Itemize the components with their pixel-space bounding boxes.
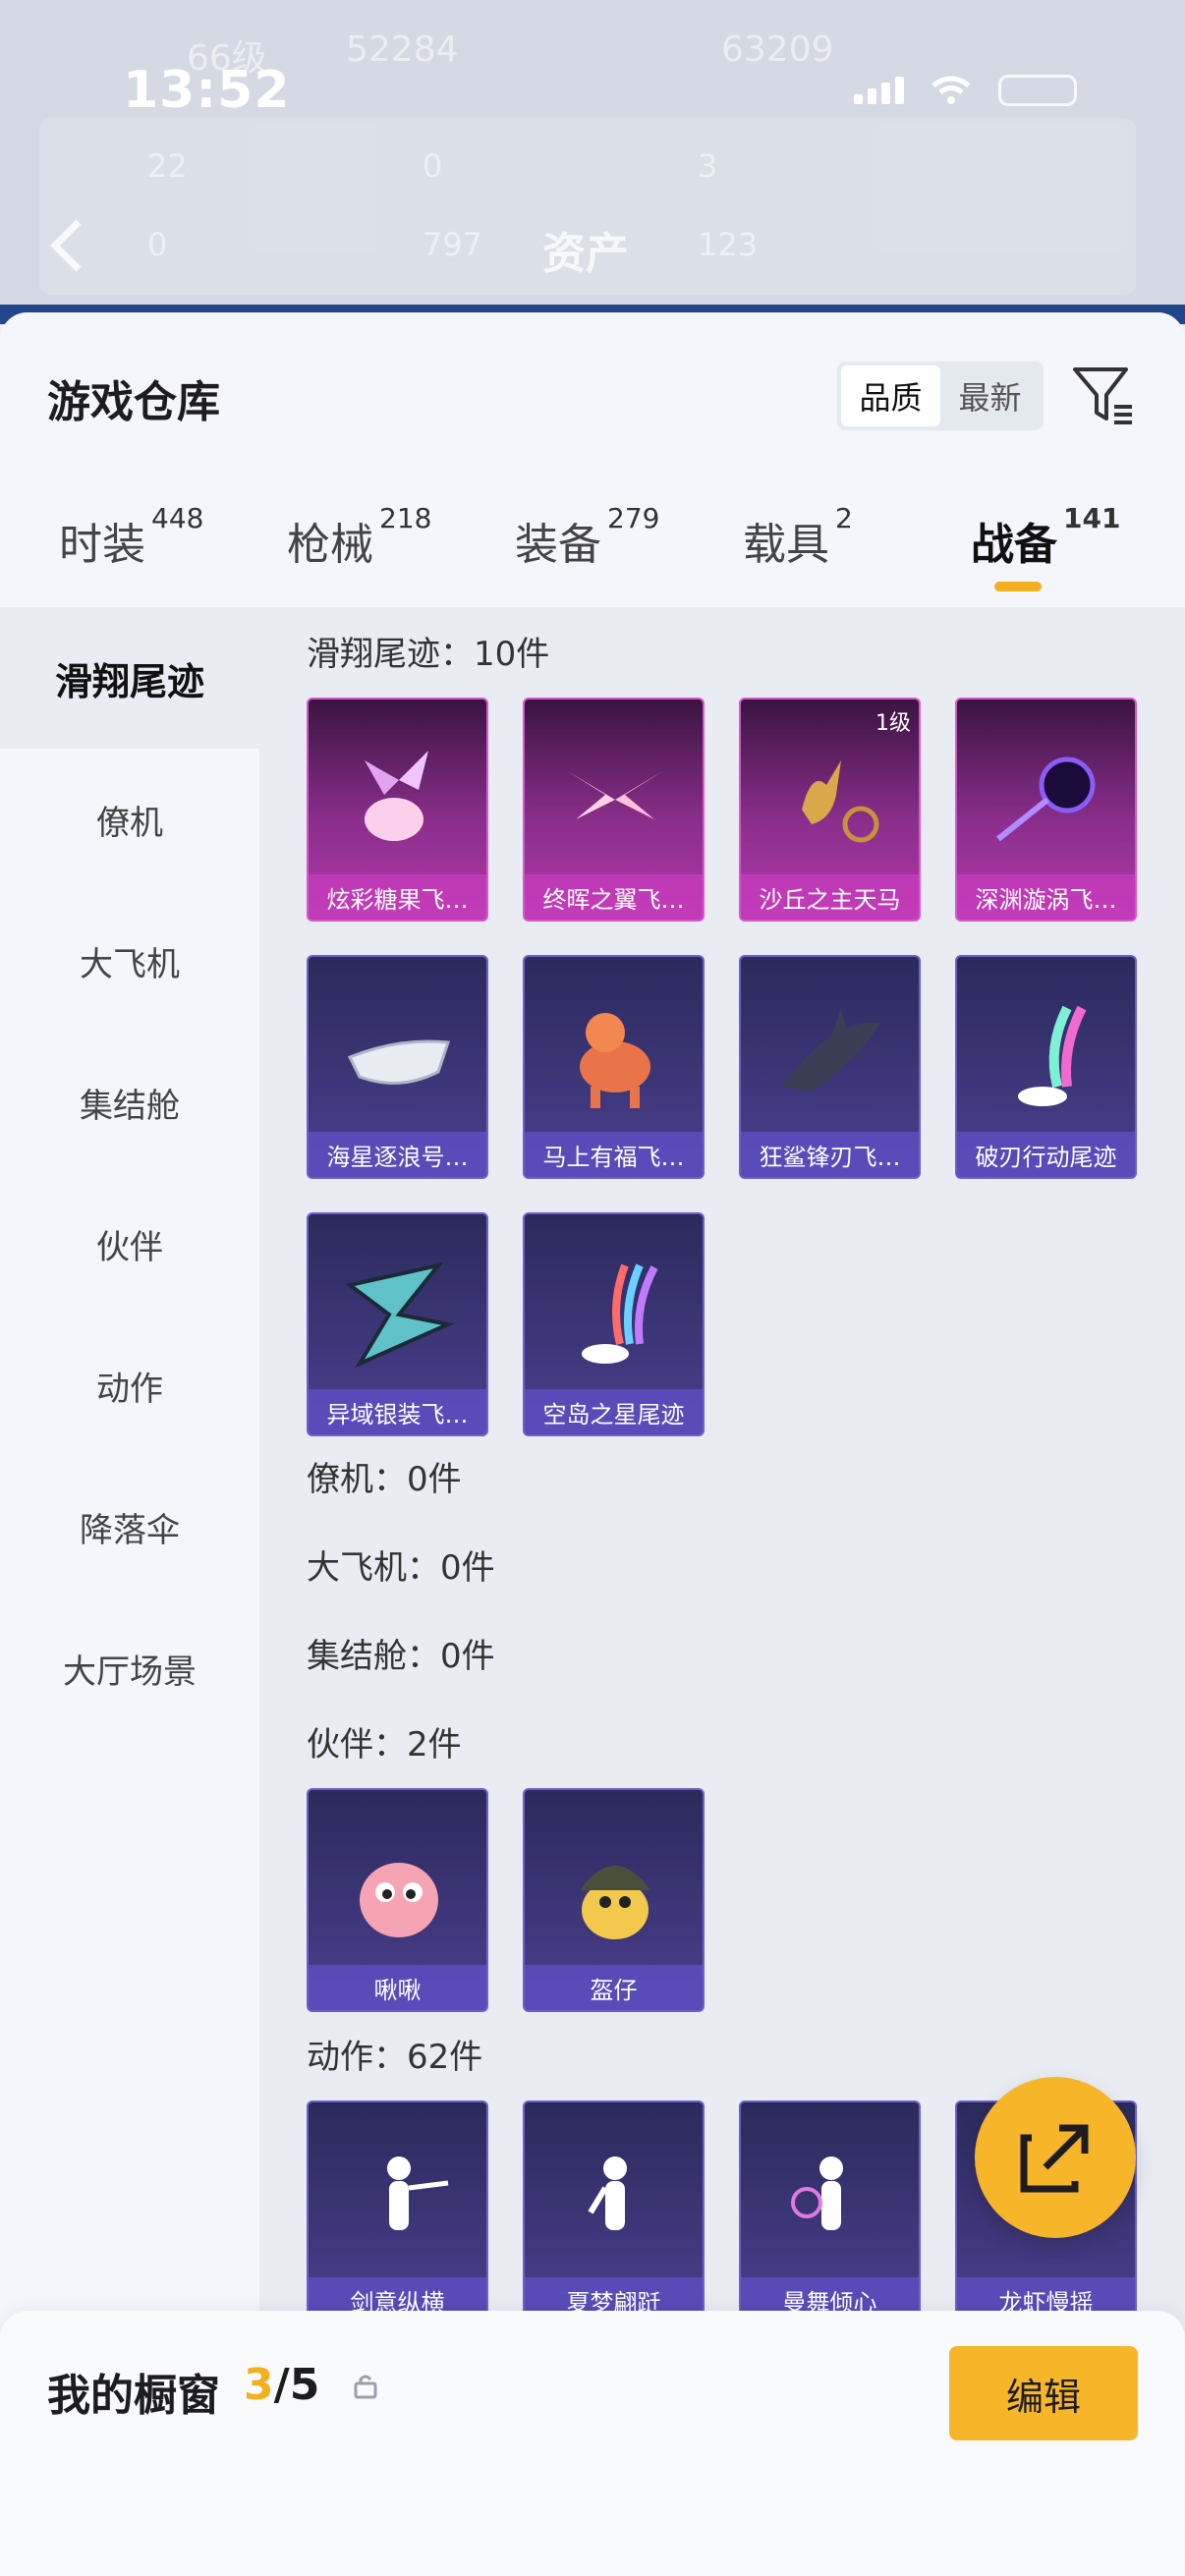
- horse-glider-icon: [580, 1013, 650, 1108]
- lock-icon: [354, 2375, 377, 2399]
- showcase-count: 3/5: [244, 2360, 320, 2410]
- battery-icon: [998, 75, 1077, 106]
- item-card[interactable]: 深渊漩涡飞…: [955, 698, 1137, 922]
- filter-icon[interactable]: [1071, 362, 1136, 426]
- smoke-trail-icon: [1018, 1005, 1087, 1106]
- bg-score2: 63209: [721, 29, 834, 70]
- tab-fashion[interactable]: 时装448: [59, 502, 203, 572]
- item-card[interactable]: 夏梦翩跹: [523, 2100, 705, 2324]
- item-card[interactable]: 马上有福飞…: [523, 955, 705, 1179]
- item-card[interactable]: 炫彩糖果飞…: [307, 698, 488, 922]
- sidebar-item-parachute[interactable]: 降落伞: [0, 1456, 259, 1597]
- tab-guns[interactable]: 枪械218: [287, 502, 431, 572]
- asset-title: 资产: [542, 229, 629, 279]
- status-time: 13:52: [123, 61, 291, 120]
- item-card[interactable]: 破刃行动尾迹: [955, 955, 1137, 1179]
- wifi-icon: [931, 76, 971, 104]
- wing-glider-icon: [566, 770, 664, 819]
- item-card[interactable]: 狂鲨锋刃飞…: [739, 955, 921, 1179]
- level-badge: 1级: [875, 711, 911, 736]
- item-grid: 滑翔尾迹：10件 炫彩糖果飞… 终晖之翼飞… 1级 沙丘之主天马 深渊漩涡飞… …: [259, 607, 1185, 2576]
- bg-score: 52284: [346, 29, 459, 70]
- signal-icon: [854, 77, 904, 104]
- section-title-emote: 动作：62件: [307, 2038, 483, 2077]
- item-card[interactable]: 剑意纵横: [307, 2100, 488, 2324]
- dimmed-background: 66级 52284 63209 13:52 22 0 3 0 797 123 资…: [0, 0, 1185, 324]
- boat-glider-icon: [347, 1039, 451, 1085]
- sidebar-item-plane[interactable]: 大飞机: [0, 890, 259, 1032]
- showcase-label: 我的橱窗: [47, 2371, 220, 2421]
- category-tabs: 时装448 枪械218 装备279 载具2 战备141: [0, 502, 1185, 607]
- tab-equipment[interactable]: 装备279: [515, 502, 659, 572]
- sidebar-item-glide-trail[interactable]: 滑翔尾迹: [0, 607, 259, 749]
- section-title-plane: 大飞机：0件: [307, 1548, 495, 1588]
- item-card[interactable]: 异域银装飞…: [307, 1212, 488, 1436]
- pegasus-chariot-icon: [802, 760, 879, 843]
- sort-quality-button[interactable]: 品质: [841, 365, 940, 426]
- sidebar-item-lobby-scene[interactable]: 大厅场景: [0, 1597, 259, 1739]
- warehouse-sheet: 游戏仓库 品质 最新 时装448 枪械218 装备279 载具2 战备141 滑…: [0, 312, 1185, 2576]
- tab-vehicles[interactable]: 载具2: [743, 502, 853, 572]
- rainbow-trail-icon: [582, 1263, 658, 1364]
- item-card[interactable]: 曼舞倾心: [739, 2100, 921, 2324]
- pink-bird-icon: [360, 1863, 438, 1937]
- item-card[interactable]: 空岛之星尾迹: [523, 1212, 705, 1436]
- section-title-wingman: 僚机：0件: [307, 1460, 462, 1499]
- sidebar-item-emote[interactable]: 动作: [0, 1315, 259, 1456]
- share-button[interactable]: [975, 2077, 1136, 2238]
- back-arrow-icon[interactable]: [47, 216, 86, 275]
- tab-combat-gear[interactable]: 战备141: [971, 502, 1120, 591]
- shark-glider-icon: [782, 1008, 880, 1092]
- showcase-bar: 我的橱窗 3/5 编辑: [0, 2311, 1185, 2576]
- sidebar-item-wingman[interactable]: 僚机: [0, 749, 259, 890]
- item-card[interactable]: 盔仔: [523, 1788, 705, 2012]
- sort-newest-button[interactable]: 最新: [940, 365, 1040, 426]
- dance-emote-icon: [588, 2156, 627, 2230]
- item-card[interactable]: 1级 沙丘之主天马: [739, 698, 921, 922]
- silver-glider-icon: [345, 1261, 455, 1369]
- section-title-pod: 集结舱：0件: [307, 1637, 495, 1676]
- item-card[interactable]: 海星逐浪号…: [307, 955, 488, 1179]
- page-title: 游戏仓库: [47, 377, 220, 427]
- section-title-partner: 伙伴：2件: [307, 1725, 462, 1764]
- status-icons: [854, 75, 1077, 106]
- sidebar-item-pod[interactable]: 集结舱: [0, 1032, 259, 1173]
- abyss-vortex-icon: [996, 756, 1096, 842]
- item-card[interactable]: 终晖之翼飞…: [523, 698, 705, 922]
- sort-toggle: 品质 最新: [837, 362, 1044, 430]
- edit-button[interactable]: 编辑: [949, 2346, 1138, 2440]
- sidebar-item-partner[interactable]: 伙伴: [0, 1173, 259, 1315]
- sword-emote-icon: [387, 2156, 449, 2230]
- graceful-dance-icon: [791, 2156, 843, 2230]
- section-title-glide: 滑翔尾迹：10件: [307, 635, 550, 674]
- helmet-chick-icon: [580, 1866, 650, 1939]
- item-card[interactable]: 啾啾: [307, 1788, 488, 2012]
- sidebar: 滑翔尾迹 僚机 大飞机 集结舱 伙伴 动作 降落伞 大厅场景: [0, 607, 259, 2576]
- candy-glider-icon: [365, 751, 428, 841]
- share-out-icon: [1020, 2124, 1089, 2193]
